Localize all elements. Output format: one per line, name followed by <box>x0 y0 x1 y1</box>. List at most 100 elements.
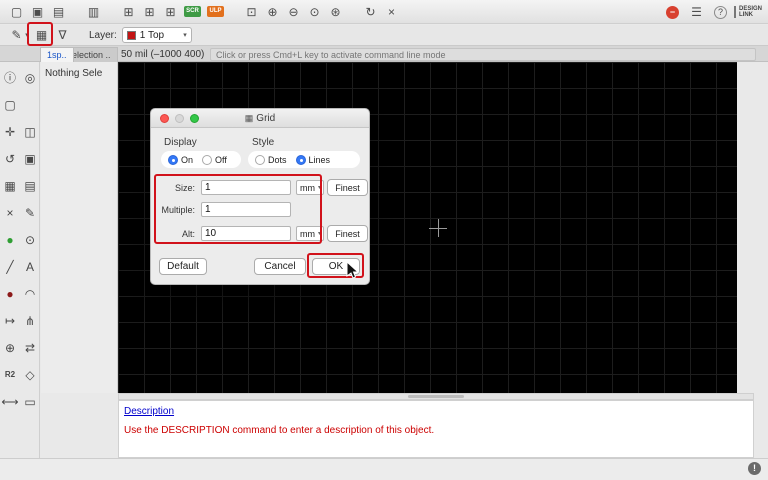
chevron-down-icon: ▾ <box>183 31 187 39</box>
zoom-out-icon[interactable]: ⊖ <box>283 3 304 21</box>
chevron-down-icon: ▾ <box>318 230 321 237</box>
alt-unit-select[interactable]: mm ▾ <box>296 226 324 241</box>
radio-label: Dots <box>268 155 287 165</box>
eye-icon[interactable]: ◎ <box>21 69 39 87</box>
rect-icon[interactable]: ▭ <box>21 393 39 411</box>
description-panel: Description Use the DESCRIPTION command … <box>118 400 754 458</box>
multiple-input[interactable] <box>201 202 291 217</box>
select-icon[interactable]: ▢ <box>1 96 19 114</box>
draw-toolbar: ✎▾▦∇ Layer: 1 Top ▾ <box>0 25 768 46</box>
cursor-coordinates: 50 mil (–1000 400) <box>121 49 204 60</box>
stop-sign-icon[interactable]: − <box>666 6 679 19</box>
close-button[interactable] <box>160 114 169 123</box>
open-icon[interactable]: ▢ <box>6 3 27 21</box>
dialog-titlebar[interactable]: ▦Grid <box>151 109 369 128</box>
junction-icon[interactable]: ⊕ <box>1 339 19 357</box>
print-icon[interactable]: ▤ <box>48 3 69 21</box>
radio-display-on[interactable]: On <box>168 155 193 165</box>
bend-style-dropdown-icon[interactable]: ▾ <box>23 26 31 44</box>
sheet-grid-icon-1[interactable]: ⊞ <box>118 3 139 21</box>
zoom-button[interactable] <box>190 114 199 123</box>
command-line-input[interactable] <box>210 48 756 61</box>
cancel-button[interactable]: Cancel <box>254 258 306 275</box>
run-ulp-badge[interactable]: ULP <box>207 6 224 17</box>
dock-tab-row: election .. 1sp.. 50 mil (–1000 400) <box>0 46 768 62</box>
size-finest-button[interactable]: Finest <box>327 179 368 196</box>
zoom-redraw-icon[interactable]: ⊙ <box>304 3 325 21</box>
copy-icon[interactable]: ▣ <box>21 150 39 168</box>
description-link[interactable]: Description <box>124 406 174 417</box>
mirror-icon[interactable]: ◫ <box>21 123 39 141</box>
panel-splitter[interactable] <box>118 393 754 400</box>
delete-icon[interactable]: × <box>1 204 19 222</box>
redraw-icon[interactable]: ↻ <box>360 3 381 21</box>
inspector-panel: Nothing Sele <box>41 62 118 393</box>
polygon-icon[interactable]: ◇ <box>21 366 39 384</box>
splitter-handle-icon <box>408 395 464 398</box>
arc-icon[interactable]: ◠ <box>21 285 39 303</box>
alt-input[interactable] <box>201 226 291 241</box>
alt-unit-value: mm <box>300 229 315 239</box>
zoom-in-icon[interactable]: ⊕ <box>262 3 283 21</box>
layer-select-value: 1 Top <box>140 30 164 41</box>
radio-label: Off <box>215 155 227 165</box>
radio-display-off[interactable]: Off <box>202 155 227 165</box>
radio-style-lines[interactable]: Lines <box>296 155 331 165</box>
tab-inspector[interactable]: 1sp.. <box>40 47 74 62</box>
info-icon[interactable]: ⓘ <box>1 69 19 87</box>
via-icon[interactable]: ● <box>1 231 19 249</box>
alt-label: Alt: <box>157 229 195 239</box>
grid-title-icon: ▦ <box>245 113 254 123</box>
help-icon[interactable]: ? <box>714 6 727 19</box>
paste-icon[interactable]: ▤ <box>21 177 39 195</box>
layer-select[interactable]: 1 Top ▾ <box>122 27 192 43</box>
default-button[interactable]: Default <box>159 258 207 275</box>
sheet-grid-icon-3[interactable]: ⊞ <box>160 3 181 21</box>
zoom-fit-icon[interactable]: ⊡ <box>241 3 262 21</box>
name-icon[interactable]: ⊙ <box>21 231 39 249</box>
circle-icon[interactable]: ● <box>1 285 19 303</box>
group-icon[interactable]: ▦ <box>1 177 19 195</box>
radio-style-dots[interactable]: Dots <box>255 155 287 165</box>
style-radio-group: Dots Lines <box>248 151 360 168</box>
alt-row: Alt: mm ▾ Finest <box>157 226 365 243</box>
cam-processor-icon[interactable]: ▥ <box>83 3 104 21</box>
eagle-board-editor-window: ▢▣▤▥⊞⊞⊞SCRULP⊡⊕⊖⊙⊛↻× −☰? DESIGN LINK ✎▾▦… <box>0 0 768 480</box>
multiple-label: Multiple: <box>157 205 195 215</box>
design-link-line2: LINK <box>739 12 753 18</box>
move-icon[interactable]: ✛ <box>1 123 19 141</box>
route-icon[interactable]: ↦ <box>1 312 19 330</box>
ripup-icon[interactable]: ⋔ <box>21 312 39 330</box>
design-link-logo: DESIGN LINK <box>734 6 762 18</box>
multiple-row: Multiple: <box>157 202 365 219</box>
alert-icon[interactable]: ! <box>748 462 761 475</box>
status-bar <box>0 458 768 480</box>
filter-icon[interactable]: ∇ <box>52 26 73 44</box>
radio-dot-icon <box>168 155 178 165</box>
dimension-icon[interactable]: ⟷ <box>1 393 19 411</box>
alt-finest-button[interactable]: Finest <box>327 225 368 242</box>
description-text: Use the DESCRIPTION command to enter a d… <box>124 425 748 436</box>
radio-label: Lines <box>309 155 331 165</box>
top-toolbar-icons: ▢▣▤▥⊞⊞⊞SCRULP⊡⊕⊖⊙⊛↻× <box>6 3 402 21</box>
grid-button[interactable]: ▦ <box>31 26 52 44</box>
ok-button[interactable]: OK <box>312 258 360 275</box>
tool-sidebar: ⓘ◎▢✛◫↺▣▦▤×✎●⊙╱A●◠↦⋔⊕⇄R2◇⟷▭ <box>0 62 40 458</box>
ratsnest-icon[interactable]: R2 <box>1 366 19 384</box>
sheet-grid-icon-2[interactable]: ⊞ <box>139 3 160 21</box>
size-unit-select[interactable]: mm ▾ <box>296 180 324 195</box>
size-input[interactable] <box>201 180 291 195</box>
pencil-icon[interactable]: ✎ <box>21 204 39 222</box>
stop-command-icon[interactable]: × <box>381 3 402 21</box>
layer-label: Layer: <box>89 30 117 41</box>
rotate-icon[interactable]: ↺ <box>1 150 19 168</box>
wire-icon[interactable]: ╱ <box>1 258 19 276</box>
draw-toolbar-icons: ✎▾▦∇ <box>6 26 73 44</box>
run-script-badge[interactable]: SCR <box>184 6 201 17</box>
save-icon[interactable]: ▣ <box>27 3 48 21</box>
text-icon[interactable]: A <box>21 258 39 276</box>
crosshair-icon <box>438 219 439 237</box>
zoom-select-icon[interactable]: ⊛ <box>325 3 346 21</box>
swap-icon[interactable]: ⇄ <box>21 339 39 357</box>
command-list-icon[interactable]: ☰ <box>686 3 707 21</box>
